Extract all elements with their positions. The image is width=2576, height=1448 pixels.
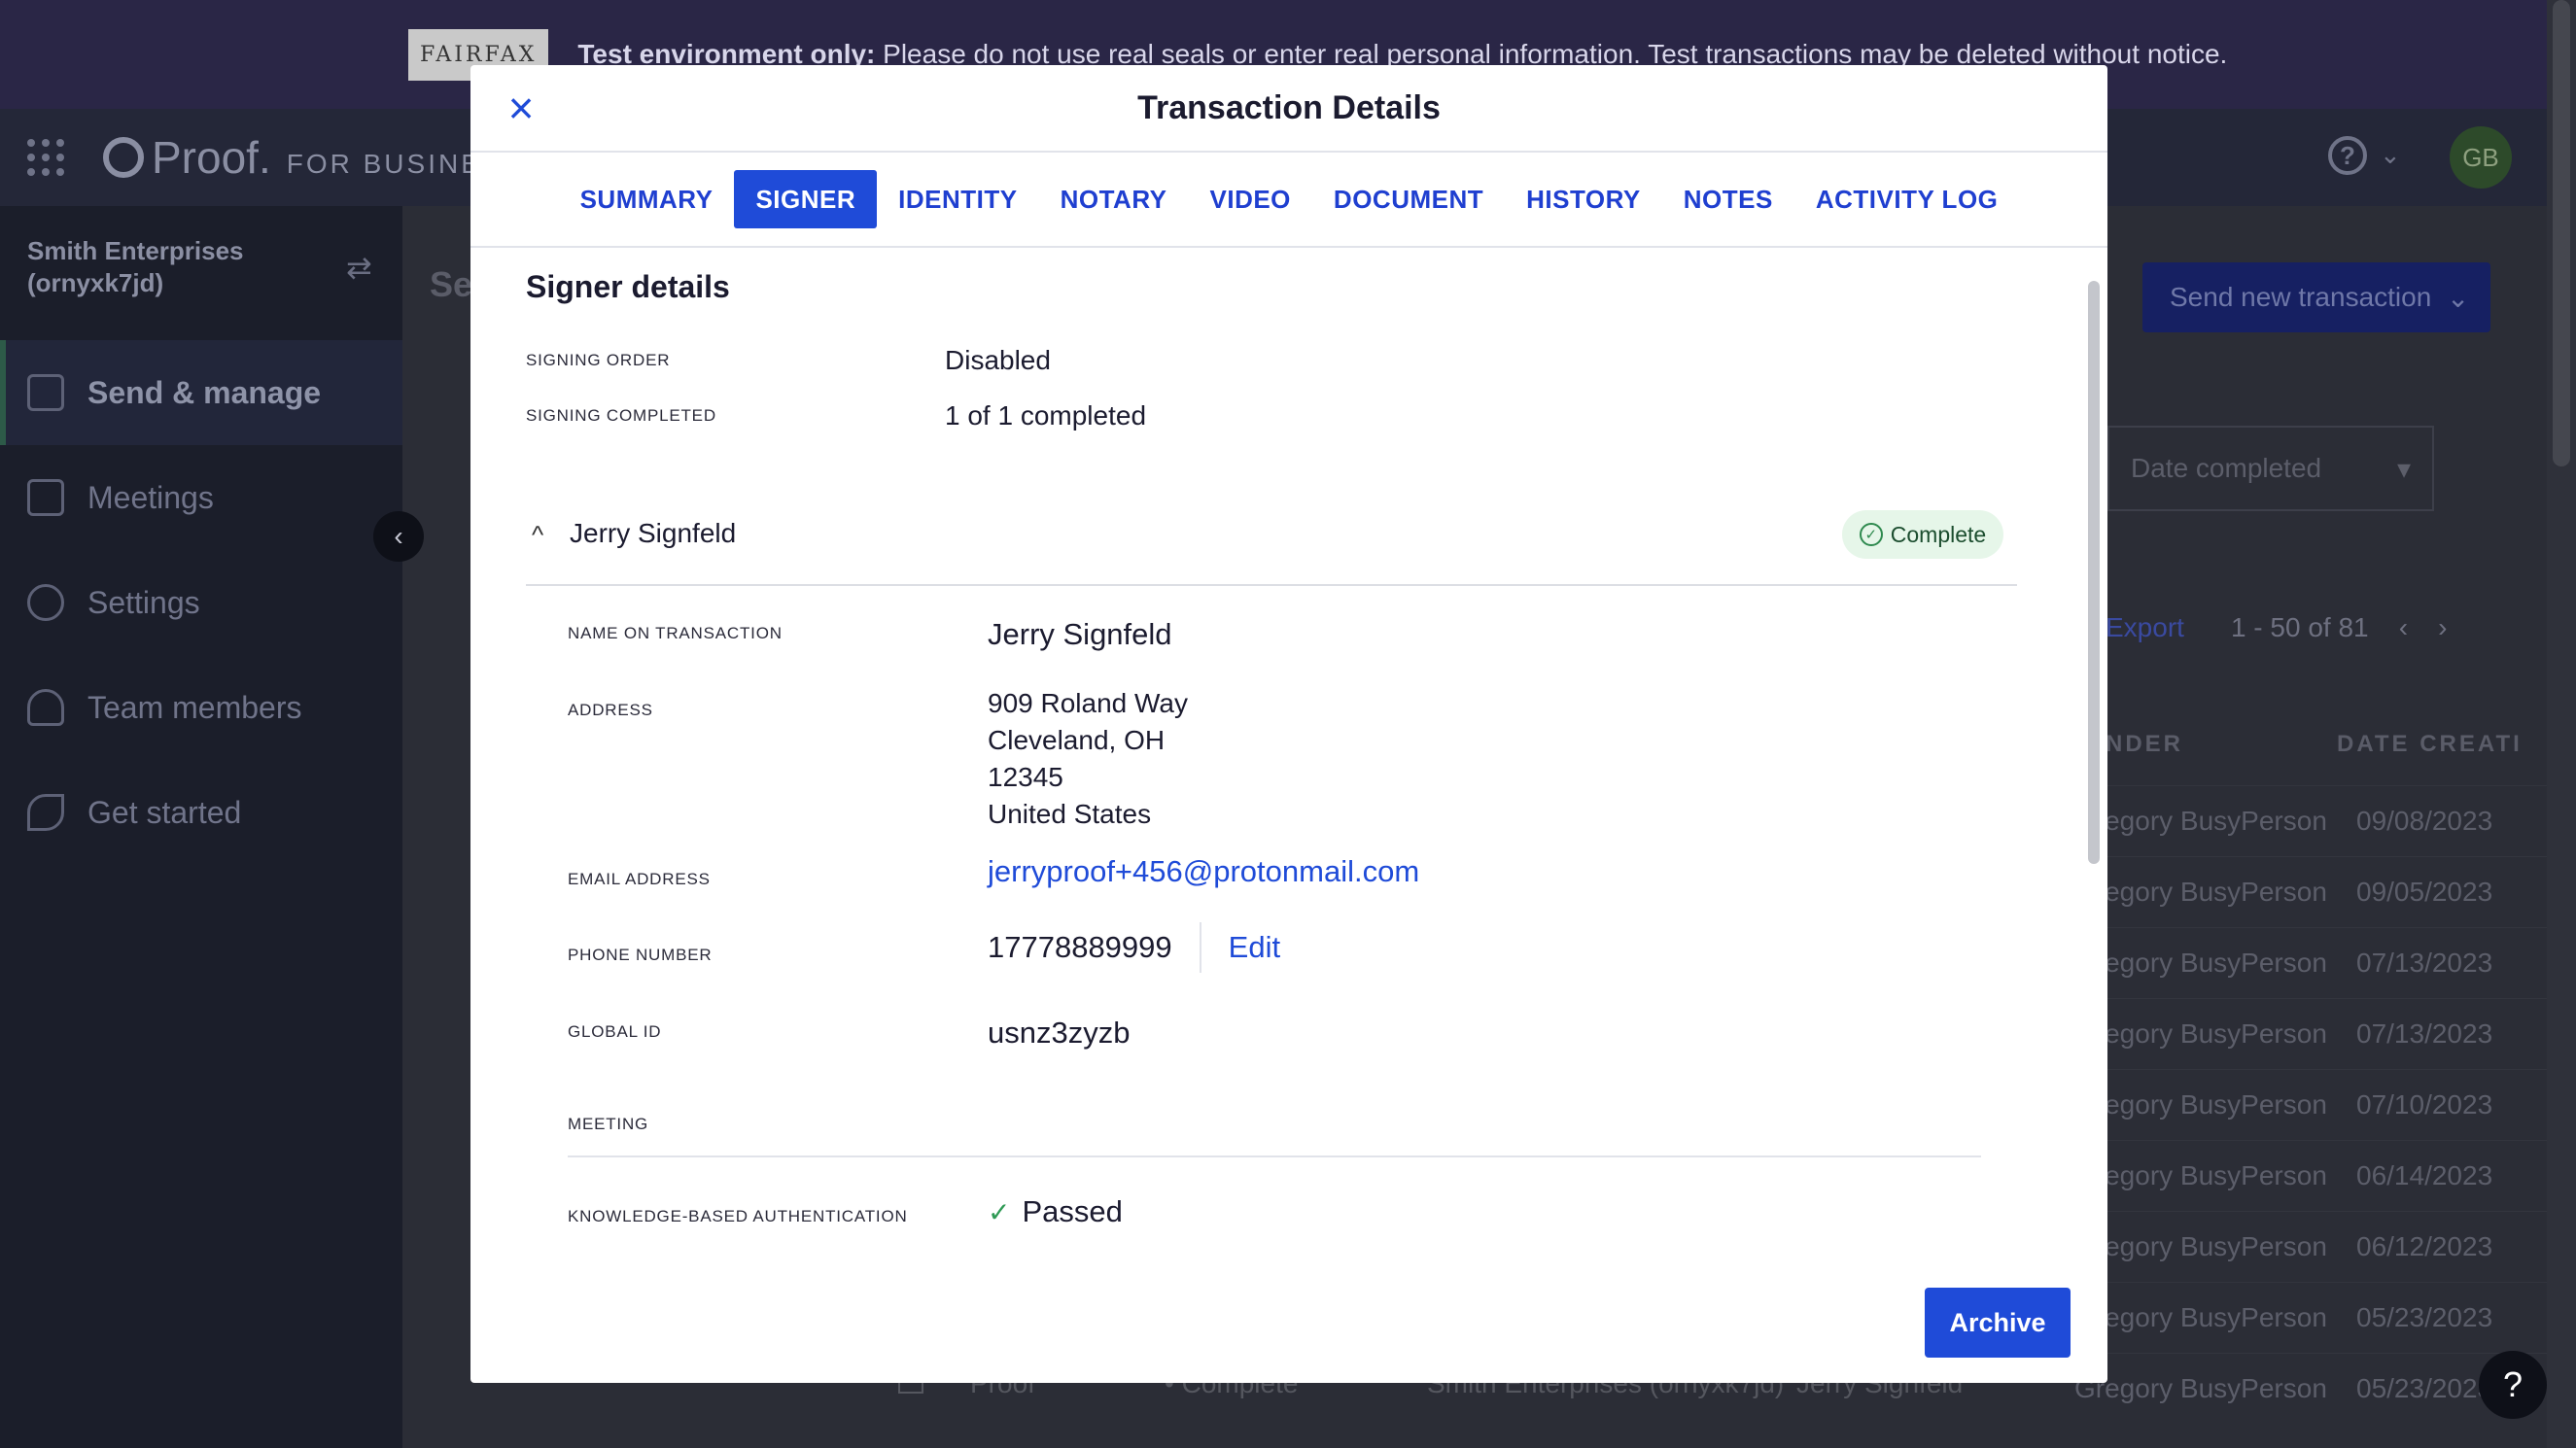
tab-notes[interactable]: NOTES xyxy=(1662,170,1794,228)
collapse-sidebar-button[interactable]: ‹ xyxy=(373,511,424,562)
modal-tabs: SUMMARY SIGNER IDENTITY NOTARY VIDEO DOC… xyxy=(470,153,2107,248)
email-label: EMAIL ADDRESS xyxy=(568,870,711,888)
sidebar-item-meetings[interactable]: Meetings xyxy=(0,445,402,550)
switch-org-icon[interactable]: ⇄ xyxy=(346,249,372,286)
tab-history[interactable]: HISTORY xyxy=(1505,170,1662,228)
name-value: Jerry Signfeld xyxy=(988,617,1172,651)
signing-order-value: Disabled xyxy=(945,345,1051,375)
gear-icon xyxy=(27,584,64,621)
table-row[interactable]: Gregory BusyPerson 05/23/2023 xyxy=(2074,1282,2576,1352)
phone-field: 17778889999 Edit xyxy=(988,922,1280,973)
sidebar: Smith Enterprises (ornyxk7jd) ⇄ Send & m… xyxy=(0,206,424,1448)
signer-name: Jerry Signfeld xyxy=(570,518,737,548)
sidebar-item-send-manage[interactable]: Send & manage xyxy=(0,340,402,445)
sidebar-item-settings[interactable]: Settings xyxy=(0,550,402,655)
check-icon: ✓ xyxy=(988,1196,1011,1227)
name-label: NAME ON TRANSACTION xyxy=(568,624,783,642)
phone-value: 17778889999 xyxy=(988,930,1172,964)
modal-header: × Transaction Details xyxy=(470,65,2107,153)
calendar-icon xyxy=(27,479,64,516)
modal-title: Transaction Details xyxy=(1137,88,1441,126)
sidebar-item-get-started[interactable]: Get started xyxy=(0,760,402,865)
tab-identity[interactable]: IDENTITY xyxy=(877,170,1038,228)
table-row[interactable]: Gregory BusyPerson 09/05/2023 xyxy=(2074,856,2576,926)
tab-summary[interactable]: SUMMARY xyxy=(559,170,735,228)
signing-order-label: SIGNING ORDER xyxy=(526,351,671,369)
table-row[interactable]: Gregory BusyPerson 07/10/2023 xyxy=(2074,1069,2576,1139)
export-link[interactable]: Export xyxy=(2106,612,2184,642)
help-icon[interactable]: ? xyxy=(2328,136,2367,175)
tab-signer[interactable]: SIGNER xyxy=(734,170,878,228)
signer-accordion[interactable]: ^ Jerry Signfeld ✓ Complete xyxy=(526,510,2017,586)
check-circle-icon: ✓ xyxy=(1859,523,1883,546)
table-row[interactable]: Gregory BusyPerson 06/14/2023 xyxy=(2074,1140,2576,1210)
date-filter-select[interactable]: Date completed ▾ xyxy=(2107,426,2434,511)
archive-button[interactable]: Archive xyxy=(1925,1288,2071,1358)
users-icon xyxy=(27,689,64,726)
edit-phone-link[interactable]: Edit xyxy=(1229,930,1280,965)
kba-label: KNOWLEDGE-BASED AUTHENTICATION xyxy=(568,1207,908,1225)
table-row[interactable]: Gregory BusyPerson 06/12/2023 xyxy=(2074,1211,2576,1281)
tab-notary[interactable]: NOTARY xyxy=(1039,170,1189,228)
status-badge: ✓ Complete xyxy=(1842,510,2003,559)
table-row[interactable]: Gregory BusyPerson 07/13/2023 xyxy=(2074,998,2576,1068)
help-chat-button[interactable]: ? xyxy=(2479,1351,2547,1419)
close-icon[interactable]: × xyxy=(500,86,542,130)
send-new-transaction-button[interactable]: Send new transaction ⌄ xyxy=(2142,262,2490,332)
signer-details-panel: Signer details SIGNING ORDER Disabled SI… xyxy=(470,250,2078,1260)
column-header-sender[interactable]: NDER xyxy=(2106,731,2183,758)
global-id-label: GLOBAL ID xyxy=(568,1022,662,1041)
email-link[interactable]: jerryproof+456@protonmail.com xyxy=(988,854,1419,889)
proof-logo[interactable]: Proof. FOR BUSINESS xyxy=(103,131,524,184)
transaction-details-modal: × Transaction Details SUMMARY SIGNER IDE… xyxy=(470,65,2107,1383)
tab-video[interactable]: VIDEO xyxy=(1189,170,1312,228)
chevron-up-icon[interactable]: ^ xyxy=(532,520,543,550)
phone-label: PHONE NUMBER xyxy=(568,946,713,964)
rocket-icon xyxy=(27,794,64,831)
modal-scrollbar[interactable] xyxy=(2084,259,2102,1241)
page-title: Se xyxy=(430,264,473,304)
tab-document[interactable]: DOCUMENT xyxy=(1312,170,1505,228)
meeting-label: MEETING xyxy=(568,1115,649,1133)
address-label: ADDRESS xyxy=(568,701,653,719)
pagination: Export 1 - 50 of 81 ‹ › xyxy=(2106,612,2448,642)
chevron-down-icon[interactable]: ⌄ xyxy=(2380,140,2401,170)
sidebar-item-team-members[interactable]: Team members xyxy=(0,655,402,760)
global-id-value: usnz3zyzb xyxy=(988,1016,1131,1050)
section-title: Signer details xyxy=(526,269,730,304)
dashboard-icon xyxy=(27,374,64,411)
proof-logo-icon xyxy=(103,137,144,178)
table-row[interactable]: Gregory BusyPerson 07/13/2023 xyxy=(2074,927,2576,997)
kba-value: ✓ Passed xyxy=(988,1194,1123,1228)
apps-grid-icon[interactable] xyxy=(27,139,64,176)
tab-activity-log[interactable]: ACTIVITY LOG xyxy=(1794,170,2020,228)
organization-name: Smith Enterprises (ornyxk7jd) xyxy=(27,236,244,297)
signing-completed-label: SIGNING COMPLETED xyxy=(526,406,716,425)
table-row[interactable]: Gregory BusyPerson 09/08/2023 xyxy=(2074,785,2576,855)
column-header-date[interactable]: DATE CREATI xyxy=(2337,731,2523,758)
address-value: 909 Roland Way Cleveland, OH 12345 Unite… xyxy=(988,688,1188,829)
page-scrollbar[interactable] xyxy=(2547,0,2576,1448)
signing-completed-value: 1 of 1 completed xyxy=(945,400,1147,431)
avatar[interactable]: GB xyxy=(2450,126,2512,189)
